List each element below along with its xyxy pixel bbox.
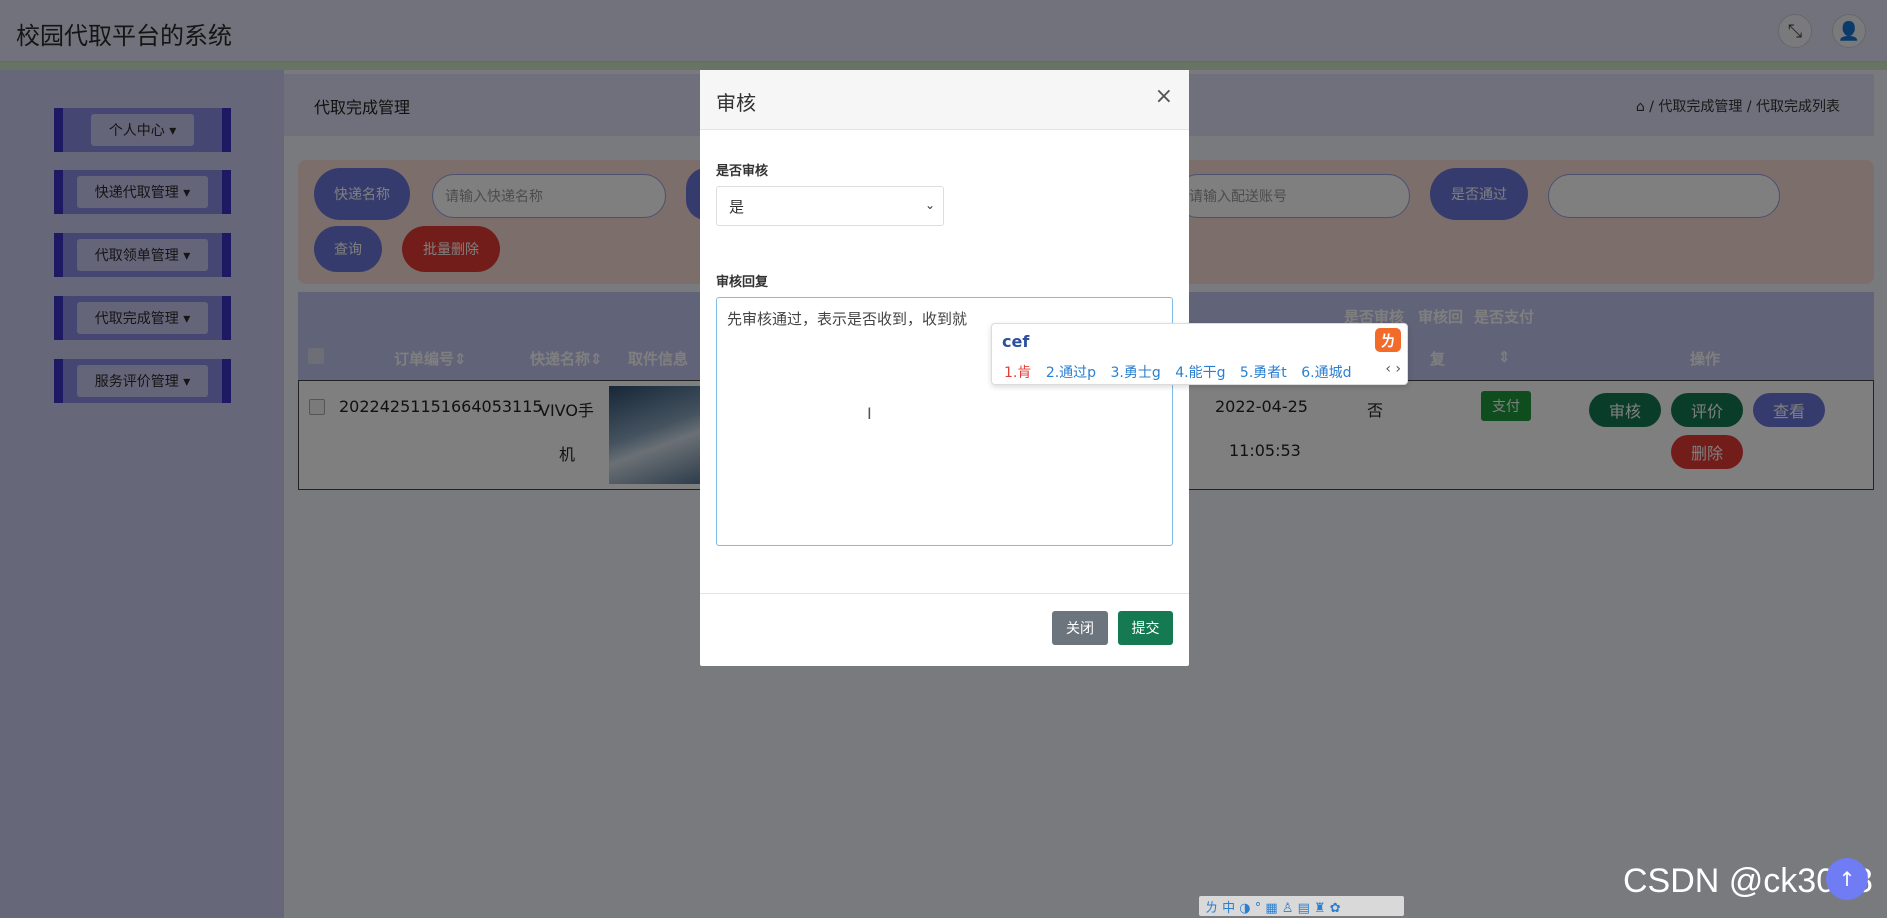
ime-status-bar[interactable]: ㄌ 中 ◑ ° ▦ ♙ ▤ ♜ ✿ <box>1199 896 1404 916</box>
close-icon[interactable]: × <box>1155 84 1173 109</box>
modal-title: 审核 <box>716 91 756 115</box>
chevron-down-icon: ⌄ <box>924 198 935 212</box>
ime-candidate-popup: cef ㄌ 1.肯 2.通过p 3.勇士g 4.能干g 5.勇者t 6.通城d … <box>991 323 1408 385</box>
ime-candidate[interactable]: 4.能干g <box>1175 365 1225 381</box>
ime-candidate[interactable]: 1.肯 <box>1004 365 1031 381</box>
scroll-top-button[interactable]: ↑ <box>1826 858 1868 900</box>
review-select[interactable]: 是 ⌄ <box>716 186 944 226</box>
reply-text: 先审核通过，表示是否收到，收到就 <box>727 310 968 328</box>
ime-composition: cef <box>1002 332 1030 351</box>
review-select-value: 是 <box>729 197 745 216</box>
submit-button[interactable]: 提交 <box>1118 611 1173 645</box>
reply-field-label: 审核回复 <box>716 275 769 290</box>
review-field-label: 是否审核 <box>716 164 769 179</box>
close-button[interactable]: 关闭 <box>1052 611 1108 645</box>
ime-candidate[interactable]: 2.通过p <box>1046 365 1096 381</box>
ime-candidate[interactable]: 3.勇士g <box>1111 365 1161 381</box>
ime-candidate[interactable]: 6.通城d <box>1301 365 1351 381</box>
ime-candidate[interactable]: 5.勇者t <box>1240 365 1287 381</box>
modal-footer-divider <box>700 593 1189 594</box>
text-cursor-icon: I <box>867 404 872 423</box>
ime-logo-icon: ㄌ <box>1375 328 1401 352</box>
ime-page-arrows-icon[interactable]: ‹ › <box>1385 361 1401 377</box>
modal-header: 审核 × <box>700 70 1189 130</box>
ime-candidates: 1.肯 2.通过p 3.勇士g 4.能干g 5.勇者t 6.通城d <box>1004 362 1361 382</box>
